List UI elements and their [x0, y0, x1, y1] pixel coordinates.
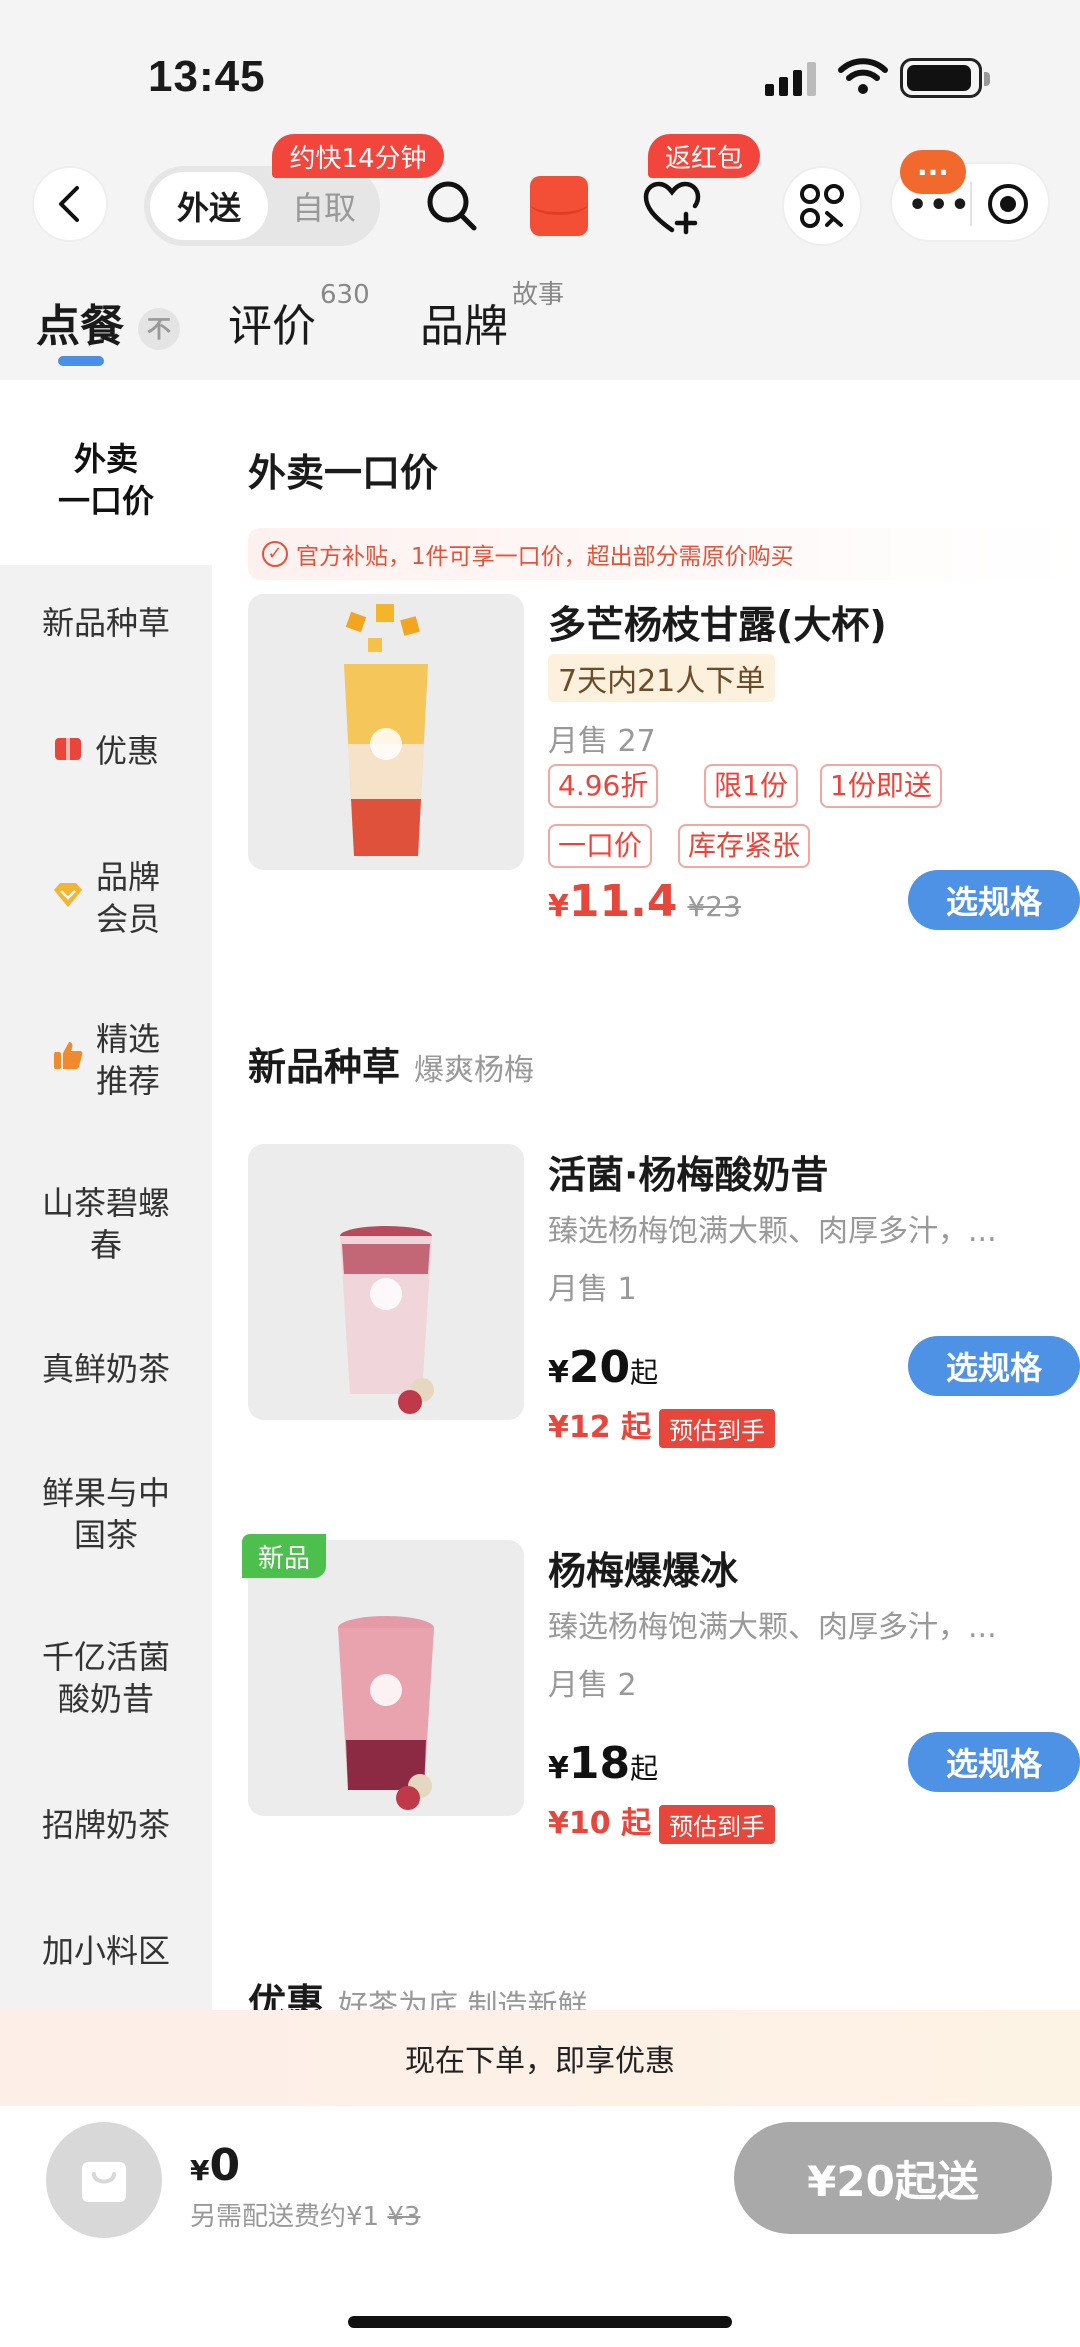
- search-button[interactable]: [418, 172, 486, 240]
- mode-pickup[interactable]: 自取: [274, 172, 374, 240]
- section-subtitle: 好茶为底 制造新鲜: [338, 1989, 588, 2010]
- sidebar-item-discount[interactable]: 优惠: [0, 730, 212, 774]
- estimated-label: 预估到手: [659, 1409, 776, 1448]
- sidebar-item-biluochun[interactable]: 山茶碧螺 春: [0, 1182, 212, 1266]
- thumbs-up-icon: [52, 1039, 84, 1081]
- close-mini-program-icon[interactable]: [988, 184, 1028, 224]
- cart-total: ¥0: [190, 2140, 241, 2191]
- sidebar-item-yogurt[interactable]: 千亿活菌 酸奶昔: [0, 1636, 212, 1720]
- cellular-signal-icon: [765, 62, 816, 96]
- monthly-sales: 月售 1: [548, 1272, 637, 1307]
- menu-list[interactable]: 外卖一口价 ✓ 官方补贴，1件可享一口价，超出部分需原价购买 多芒杨枝甘露(大杯)…: [212, 380, 1080, 2010]
- sidebar-item-new[interactable]: 新品种草: [0, 602, 212, 644]
- monthly-sales: 月售 27: [548, 724, 656, 759]
- product-description: 臻选杨梅饱满大颗、肉厚多汁，...: [548, 1610, 997, 1645]
- red-packet-button[interactable]: [530, 176, 588, 236]
- new-product-badge: 新品: [242, 1534, 326, 1578]
- discount-badge: 4.96折: [548, 764, 659, 808]
- gift-badge: 1份即送: [820, 764, 942, 808]
- battery-icon: [900, 58, 990, 98]
- back-button[interactable]: [32, 166, 108, 242]
- monthly-sales: 月售 2: [548, 1668, 637, 1703]
- product-price: ¥20起: [548, 1342, 659, 1393]
- order-count-tag: 7天内21人下单: [548, 654, 776, 702]
- product-card[interactable]: 活菌·杨梅酸奶昔 臻选杨梅饱满大颗、肉厚多汁，... 月售 1 ¥20起 ¥12…: [248, 1144, 1080, 1448]
- store-tabs: 点餐不 评价630 品牌故事: [0, 270, 1080, 380]
- tab-brand-story[interactable]: 品牌故事: [420, 280, 564, 354]
- review-count: 630: [320, 280, 370, 311]
- select-spec-button[interactable]: 选规格: [908, 1336, 1080, 1396]
- sidebar-item-fruit-tea[interactable]: 鲜果与中 国茶: [0, 1472, 212, 1556]
- tab-order[interactable]: 点餐不: [36, 290, 180, 354]
- fixed-price-badge: 一口价: [548, 824, 653, 868]
- promo-banner[interactable]: 现在下单，即享优惠: [0, 2010, 1080, 2106]
- pin-top-icon[interactable]: 不: [138, 308, 180, 350]
- estimated-price: ¥10 起预估到手: [548, 1798, 776, 1844]
- estimated-price: ¥12 起预估到手: [548, 1402, 776, 1448]
- sidebar-item-signature[interactable]: 招牌奶茶: [0, 1804, 212, 1846]
- status-bar: 13:45: [0, 0, 1080, 150]
- low-stock-badge: 库存紧张: [678, 824, 811, 868]
- section-subtitle: 爆爽杨梅: [414, 1053, 535, 1088]
- original-price: ¥23: [687, 890, 741, 923]
- heart-plus-icon: [643, 181, 701, 235]
- cart-button[interactable]: [46, 2122, 162, 2238]
- brand-story-sup: 故事: [512, 280, 565, 311]
- diamond-icon: [52, 877, 84, 919]
- sidebar-item-membership[interactable]: 品牌 会员: [0, 856, 212, 940]
- subsidy-notice: ✓ 官方补贴，1件可享一口价，超出部分需原价购买: [248, 528, 1080, 580]
- product-name: 活菌·杨梅酸奶昔: [548, 1153, 829, 1197]
- product-image[interactable]: [248, 1144, 524, 1420]
- status-time: 13:45: [148, 52, 266, 101]
- product-card[interactable]: 新品 杨梅爆爆冰 臻选杨梅饱满大颗、肉厚多汁，... 月售 2 ¥18起 ¥10…: [242, 1534, 1080, 1844]
- tab-reviews[interactable]: 评价630: [228, 280, 370, 354]
- estimated-label: 预估到手: [659, 1805, 776, 1844]
- delivery-fee: 另需配送费约¥1 ¥3: [190, 2202, 421, 2232]
- product-card[interactable]: 多芒杨枝甘露(大杯) 7天内21人下单 月售 27 4.96折 限1份 1份即送…: [248, 594, 1080, 930]
- grid-icon: [800, 184, 844, 228]
- delivery-mode-toggle[interactable]: 外送 自取: [144, 166, 380, 246]
- sidebar-item-fixed-price[interactable]: 外卖 一口价: [0, 438, 212, 522]
- product-name: 杨梅爆爆冰: [548, 1549, 739, 1593]
- section-title-promo: 优惠 好茶为底 制造新鲜: [248, 1972, 588, 2010]
- product-price: ¥18起: [548, 1738, 659, 1789]
- message-badge: ···: [900, 150, 966, 194]
- home-indicator[interactable]: [348, 2316, 732, 2328]
- product-price: ¥11.4 ¥23: [548, 876, 741, 927]
- wifi-icon: [838, 58, 888, 94]
- cart-bar: ¥0 另需配送费约¥1 ¥3 ¥20起送: [0, 2106, 1080, 2347]
- active-tab-indicator: [58, 356, 104, 366]
- product-image[interactable]: [248, 1540, 524, 1816]
- product-description: 臻选杨梅饱满大颗、肉厚多汁，...: [548, 1214, 997, 1249]
- product-image[interactable]: [248, 594, 524, 870]
- favorite-button[interactable]: [636, 172, 708, 244]
- search-icon: [427, 181, 477, 231]
- chevron-left-icon: [59, 186, 79, 222]
- select-spec-button[interactable]: 选规格: [908, 1732, 1080, 1792]
- sidebar-item-toppings[interactable]: 加小料区: [0, 1930, 212, 1972]
- product-name: 多芒杨枝甘露(大杯): [548, 603, 887, 647]
- section-title-new: 新品种草 爆爽杨梅: [248, 1045, 535, 1089]
- select-spec-button[interactable]: 选规格: [908, 870, 1080, 930]
- sidebar-item-milk-tea[interactable]: 真鲜奶茶: [0, 1348, 212, 1390]
- check-circle-icon: ✓: [262, 541, 288, 567]
- coupon-icon: [53, 732, 83, 774]
- section-title-fixed-price: 外卖一口价: [248, 451, 439, 495]
- limit-badge: 限1份: [704, 764, 798, 808]
- shopping-bag-icon: [82, 2162, 126, 2202]
- minimum-order-button[interactable]: ¥20起送: [734, 2122, 1052, 2234]
- mode-delivery[interactable]: 外送: [150, 172, 268, 240]
- sidebar-item-recommend[interactable]: 精选 推荐: [0, 1018, 212, 1102]
- share-grid-button[interactable]: [782, 166, 862, 246]
